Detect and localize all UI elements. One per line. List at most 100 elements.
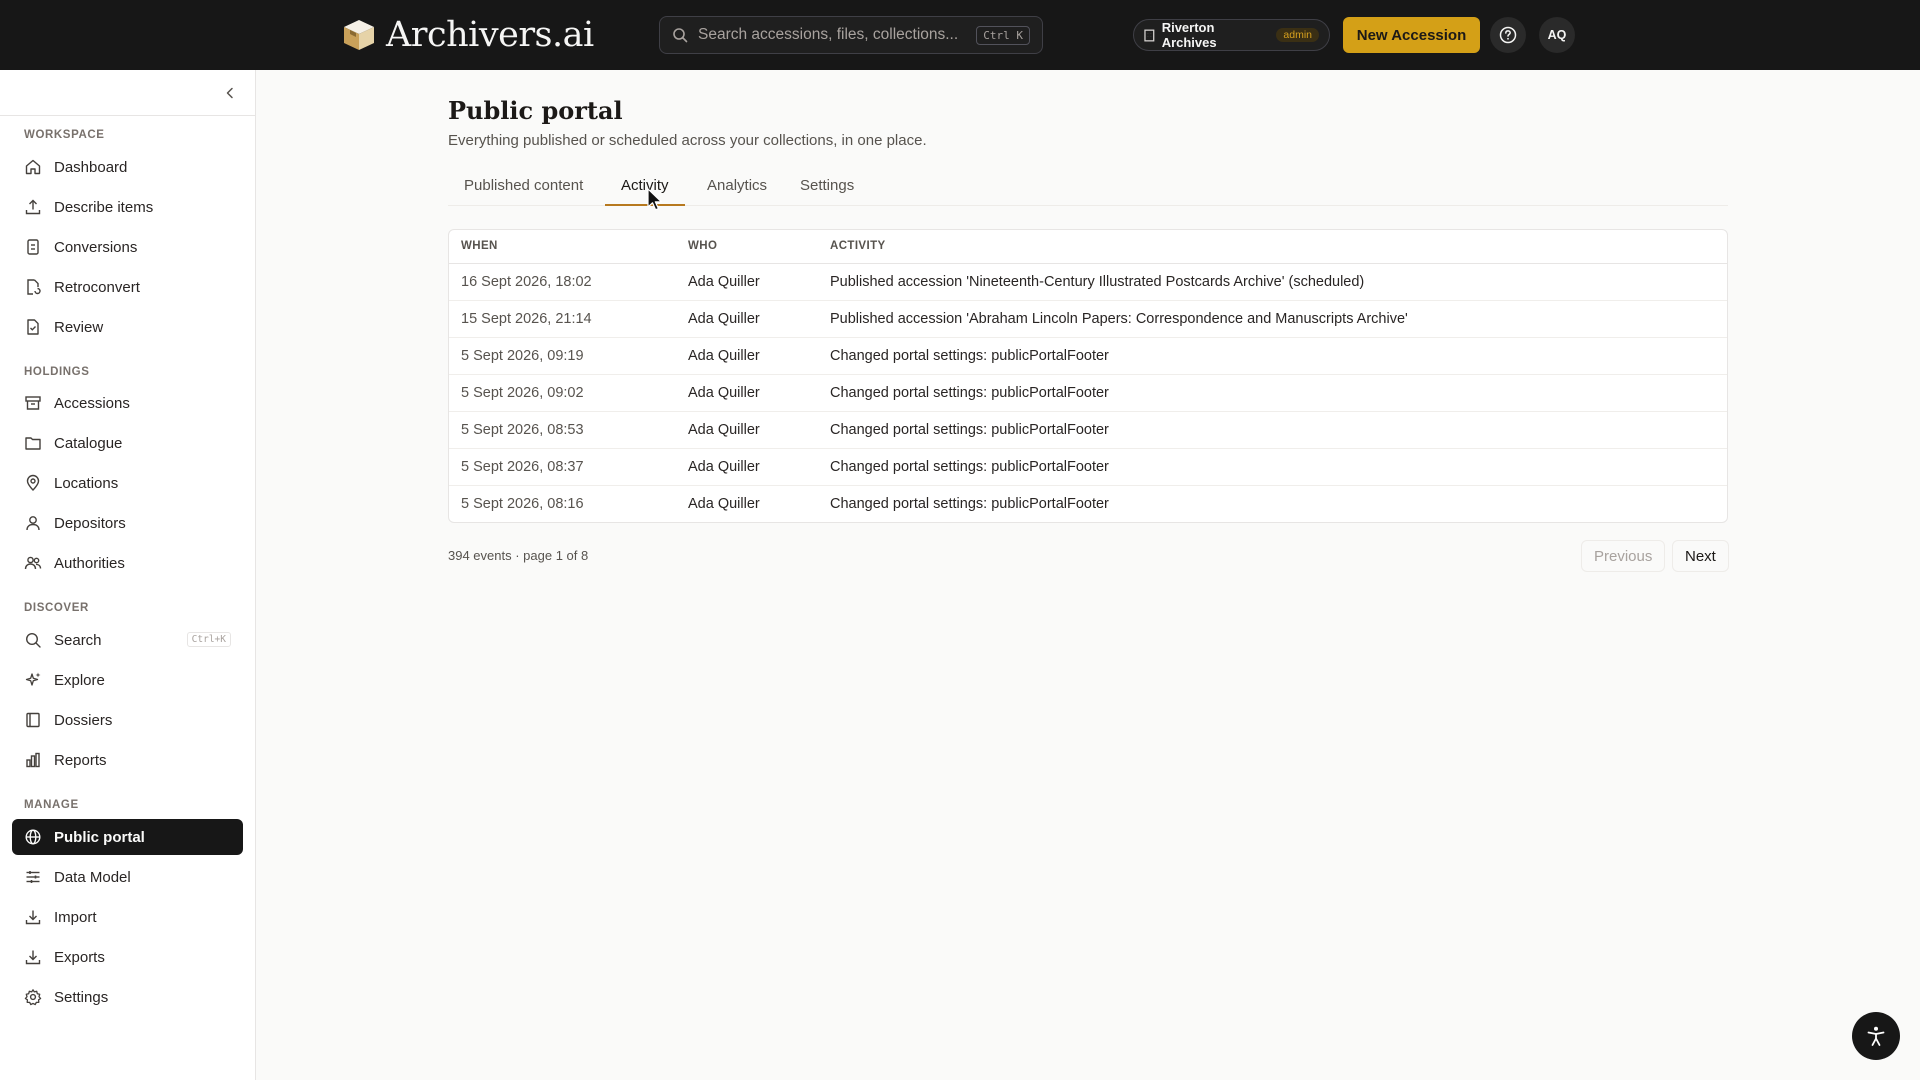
tab-bar: Published content Activity Analytics Set… (448, 170, 1728, 206)
globe-icon (25, 829, 41, 845)
sidebar-item-label: Accessions (54, 394, 130, 412)
user-icon (26, 516, 40, 531)
pagination-info: 394 events · page 1 of 8 (448, 548, 589, 563)
table-row[interactable]: 5 Sept 2026, 08:37 Ada Quiller Changed p… (449, 449, 1727, 486)
table-row[interactable]: 5 Sept 2026, 08:53 Ada Quiller Changed p… (449, 412, 1727, 449)
sidebar-header (0, 70, 255, 116)
chevron-left-icon (226, 87, 233, 99)
previous-page-button[interactable]: Previous (1581, 540, 1666, 572)
sidebar-item-label: Data Model (54, 868, 131, 886)
folder-icon (25, 437, 41, 450)
sidebar-item-exports[interactable]: Exports (12, 939, 243, 975)
sidebar-item-label: Authorities (54, 554, 125, 572)
sidebar-item-data-model[interactable]: Data Model (12, 859, 243, 895)
table-row[interactable]: 5 Sept 2026, 08:16 Ada Quiller Changed p… (449, 486, 1727, 522)
sidebar-item-label: Settings (54, 988, 109, 1006)
search-input[interactable] (698, 26, 967, 44)
search-icon (25, 632, 41, 648)
sidebar-item-accessions[interactable]: Accessions (12, 385, 243, 421)
sidebar-item-label: Catalogue (54, 434, 123, 452)
accessibility-button[interactable] (1852, 1012, 1900, 1060)
search-shortcut-hint: Ctrl+K (186, 632, 231, 647)
help-button[interactable] (1490, 17, 1526, 53)
tab-settings[interactable]: Settings (784, 170, 870, 206)
cell-when: 15 Sept 2026, 21:14 (461, 311, 592, 327)
search-icon (673, 28, 688, 43)
column-header-activity: ACTIVITY (830, 240, 886, 252)
sidebar-item-locations[interactable]: Locations (12, 465, 243, 501)
sidebar-item-dashboard[interactable]: Dashboard (12, 149, 243, 185)
book-icon (26, 712, 40, 728)
sidebar-item-label: Depositors (54, 514, 126, 532)
cell-when: 5 Sept 2026, 09:19 (461, 348, 584, 364)
tab-activity[interactable]: Activity (605, 170, 685, 206)
table-header: WHEN WHO ACTIVITY (449, 230, 1727, 264)
accessibility-icon (1867, 1026, 1885, 1046)
cell-who: Ada Quiller (688, 348, 760, 364)
table-row[interactable]: 5 Sept 2026, 09:02 Ada Quiller Changed p… (449, 375, 1727, 412)
sidebar-item-catalogue[interactable]: Catalogue (12, 425, 243, 461)
sidebar-item-depositors[interactable]: Depositors (12, 505, 243, 541)
cell-activity: Changed portal settings: publicPortalFoo… (830, 385, 1109, 401)
global-search[interactable]: Ctrl K (659, 16, 1043, 54)
cell-activity: Published accession 'Abraham Lincoln Pap… (830, 311, 1408, 327)
bar-chart-icon (26, 752, 40, 768)
section-label-manage: MANAGE (24, 799, 79, 811)
sidebar-item-review[interactable]: Review (12, 309, 243, 345)
sidebar-item-label: Import (54, 908, 97, 926)
building-icon (1144, 29, 1155, 41)
sidebar-item-label: Retroconvert (54, 278, 140, 296)
cell-activity: Published accession 'Nineteenth-Century … (830, 274, 1365, 290)
collapse-sidebar-button[interactable] (220, 83, 240, 103)
cell-when: 5 Sept 2026, 08:16 (461, 496, 584, 512)
user-avatar[interactable]: AQ (1539, 17, 1575, 53)
brand-name: Archivers.ai (386, 15, 594, 55)
tab-published-content[interactable]: Published content (448, 170, 599, 206)
users-icon (24, 556, 42, 570)
sidebar-item-reports[interactable]: Reports (12, 742, 243, 778)
archive-box-logo-icon (344, 20, 374, 50)
cell-activity: Changed portal settings: publicPortalFoo… (830, 459, 1109, 475)
search-shortcut: Ctrl K (976, 25, 1030, 45)
new-accession-button[interactable]: New Accession (1343, 17, 1480, 53)
file-refresh-icon (27, 279, 41, 295)
next-page-button[interactable]: Next (1672, 540, 1729, 572)
table-row[interactable]: 16 Sept 2026, 18:02 Ada Quiller Publishe… (449, 264, 1727, 301)
archive-icon (25, 396, 41, 410)
sidebar-item-label: Conversions (54, 238, 138, 256)
sparkles-icon (25, 672, 41, 686)
sidebar-item-authorities[interactable]: Authorities (12, 545, 243, 581)
help-icon (1499, 26, 1517, 44)
cell-who: Ada Quiller (688, 422, 760, 438)
sidebar-item-explore[interactable]: Explore (12, 662, 243, 698)
sidebar-item-dossiers[interactable]: Dossiers (12, 702, 243, 738)
cell-when: 16 Sept 2026, 18:02 (461, 274, 592, 290)
sidebar-item-search[interactable]: Search Ctrl+K (12, 622, 243, 658)
cell-who: Ada Quiller (688, 274, 760, 290)
sidebar-item-import[interactable]: Import (12, 899, 243, 935)
sidebar-item-describe-items[interactable]: Describe items (12, 189, 243, 225)
sidebar-item-label: Explore (54, 671, 105, 689)
cell-who: Ada Quiller (688, 385, 760, 401)
download-icon (25, 910, 41, 925)
sidebar-item-conversions[interactable]: Conversions (12, 229, 243, 265)
brand[interactable]: Archivers.ai (342, 14, 594, 56)
sidebar-item-retroconvert[interactable]: Retroconvert (12, 269, 243, 305)
cell-when: 5 Sept 2026, 09:02 (461, 385, 584, 401)
sidebar-item-settings[interactable]: Settings (12, 979, 243, 1015)
home-icon (25, 159, 41, 175)
column-header-who: WHO (688, 240, 718, 252)
table-row[interactable]: 15 Sept 2026, 21:14 Ada Quiller Publishe… (449, 301, 1727, 338)
table-row[interactable]: 5 Sept 2026, 09:19 Ada Quiller Changed p… (449, 338, 1727, 375)
sidebar-item-label: Dossiers (54, 711, 113, 729)
cell-who: Ada Quiller (688, 311, 760, 327)
org-name: Riverton Archives (1161, 20, 1217, 50)
org-switcher[interactable]: Riverton Archives admin (1133, 19, 1330, 51)
cell-activity: Changed portal settings: publicPortalFoo… (830, 348, 1109, 364)
sidebar-item-public-portal[interactable]: Public portal (12, 819, 243, 855)
column-header-when: WHEN (461, 240, 498, 252)
section-label-holdings: HOLDINGS (24, 366, 90, 378)
tab-analytics[interactable]: Analytics (691, 170, 783, 206)
sliders-icon (26, 871, 40, 883)
section-label-workspace: WORKSPACE (24, 129, 105, 141)
